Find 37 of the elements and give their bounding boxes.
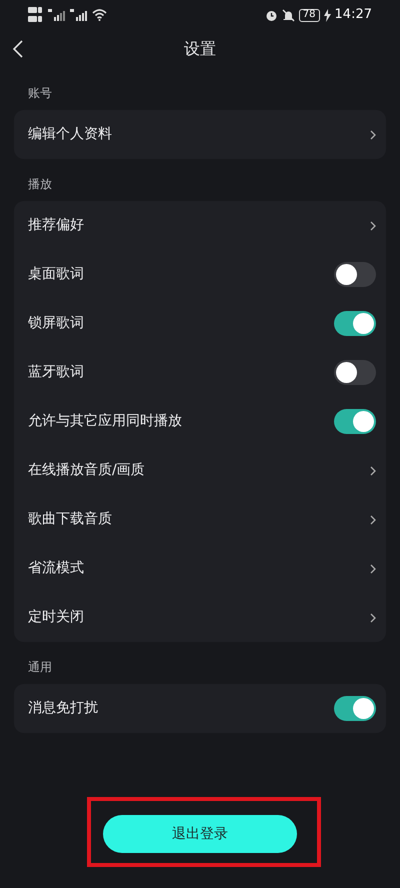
setting-label: 桌面歌词 (28, 265, 84, 284)
chevron-right-icon[interactable] (370, 220, 376, 230)
setting-label: 定时关闭 (28, 608, 84, 627)
toggle-switch[interactable] (334, 409, 376, 434)
setting-label: 省流模式 (28, 559, 84, 578)
setting-label: 歌曲下载音质 (28, 510, 112, 529)
chevron-right-icon[interactable] (370, 514, 376, 524)
setting-label: 蓝牙歌词 (28, 363, 84, 382)
setting-label: 消息免打扰 (28, 699, 98, 718)
signal-icon (48, 9, 66, 21)
chevron-right-icon[interactable] (370, 564, 376, 574)
signal-icon (70, 9, 88, 21)
back-icon[interactable] (12, 39, 24, 59)
page-title: 设置 (184, 38, 216, 60)
sim-card-icon (28, 6, 44, 24)
clock-time: 14:27 (334, 6, 372, 24)
muted-bell-icon (282, 8, 295, 22)
chevron-right-icon[interactable] (370, 466, 376, 476)
setting-label: 锁屏歌词 (28, 314, 84, 333)
wifi-icon (92, 9, 107, 21)
section-title: 账号 (27, 85, 53, 102)
setting-label: 允许与其它应用同时播放 (28, 412, 182, 431)
setting-label: 编辑个人资料 (28, 125, 112, 144)
section-title: 通用 (27, 659, 53, 676)
section-title: 播放 (27, 176, 53, 193)
setting-label: 推荐偏好 (28, 216, 84, 235)
toggle-switch[interactable] (334, 311, 376, 336)
chevron-right-icon[interactable] (370, 612, 376, 622)
toggle-switch[interactable] (334, 262, 376, 287)
charging-icon (324, 8, 331, 22)
battery-level: 78 (298, 8, 320, 22)
toggle-switch[interactable] (334, 696, 376, 721)
chevron-right-icon[interactable] (370, 130, 376, 140)
setting-label: 在线播放音质/画质 (28, 461, 145, 480)
toggle-switch[interactable] (334, 360, 376, 385)
alarm-icon (264, 8, 278, 22)
logout-button[interactable]: 退出登录 (103, 815, 297, 853)
